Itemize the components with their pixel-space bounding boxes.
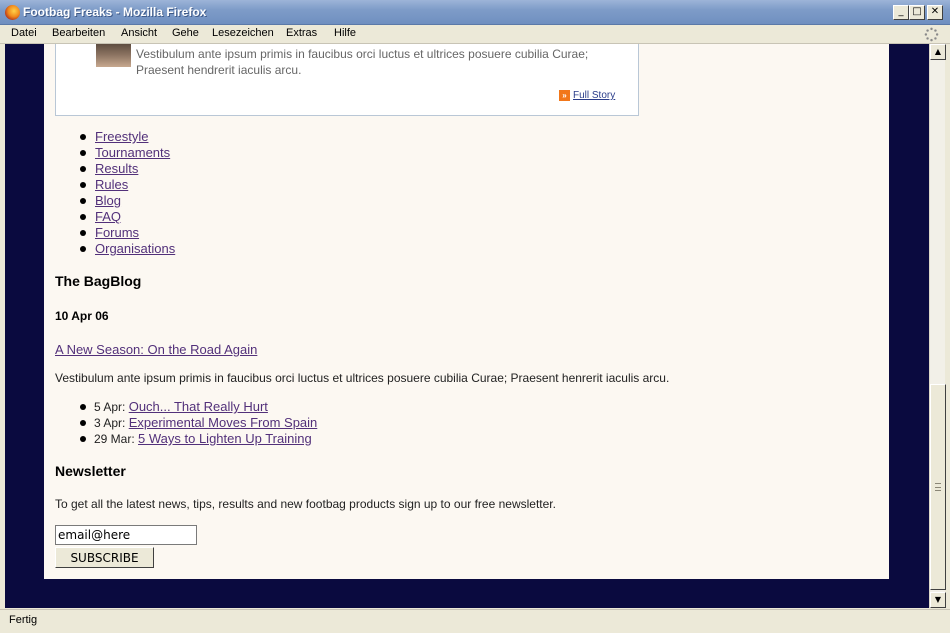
minimize-button[interactable]: _: [893, 5, 909, 20]
list-item: Rules: [55, 177, 175, 193]
nav-link-results[interactable]: Results: [95, 161, 138, 176]
nav-link-faq[interactable]: FAQ: [95, 209, 121, 224]
list-item: FAQ: [55, 209, 175, 225]
nav-link-organisations[interactable]: Organisations: [95, 241, 175, 256]
list-item: 5 Apr: Ouch... That Really Hurt: [55, 399, 317, 415]
section-nav-list: Freestyle Tournaments Results Rules Blog…: [55, 129, 175, 257]
list-item: Blog: [55, 193, 175, 209]
menu-lesezeichen[interactable]: Lesezeichen: [212, 27, 274, 39]
throbber-icon: [924, 27, 939, 42]
recent-post-date: 5 Apr:: [94, 400, 126, 414]
menu-gehe[interactable]: Gehe: [172, 27, 199, 39]
scroll-down-button[interactable]: ▼: [930, 592, 946, 608]
email-input[interactable]: [55, 525, 197, 545]
blog-post-text: Vestibulum ante ipsum primis in faucibus…: [55, 371, 670, 385]
menu-hilfe[interactable]: Hilfe: [334, 27, 356, 39]
window-titlebar: Footbag Freaks - Mozilla Firefox _ □ ✕: [0, 0, 950, 25]
nav-link-tournaments[interactable]: Tournaments: [95, 145, 170, 160]
vertical-scrollbar[interactable]: ▲ ▼: [929, 44, 946, 608]
double-chevron-icon: »: [559, 90, 570, 101]
list-item: Results: [55, 161, 175, 177]
story-text: Vestibulum ante ipsum primis in faucibus…: [136, 47, 589, 77]
story-box: Vestibulum ante ipsum primis in faucibus…: [55, 44, 639, 116]
nav-link-forums[interactable]: Forums: [95, 225, 139, 240]
recent-post-link[interactable]: 5 Ways to Lighten Up Training: [138, 431, 312, 446]
full-story-link-group: » Full Story: [559, 90, 615, 101]
list-item: 29 Mar: 5 Ways to Lighten Up Training: [55, 431, 317, 447]
full-story-link[interactable]: Full Story: [573, 90, 615, 101]
list-item: 3 Apr: Experimental Moves From Spain: [55, 415, 317, 431]
close-button[interactable]: ✕: [927, 5, 943, 20]
subscribe-button[interactable]: SUBSCRIBE: [55, 547, 154, 568]
grip-icon: [935, 483, 941, 491]
list-item: Tournaments: [55, 145, 175, 161]
newsletter-text: To get all the latest news, tips, result…: [55, 497, 556, 511]
list-item: Organisations: [55, 241, 175, 257]
nav-link-blog[interactable]: Blog: [95, 193, 121, 208]
scroll-up-button[interactable]: ▲: [930, 44, 946, 60]
recent-post-link[interactable]: Experimental Moves From Spain: [129, 415, 318, 430]
menu-datei[interactable]: Datei: [11, 27, 37, 39]
status-bar: Fertig: [0, 609, 950, 633]
menu-bar: Datei Bearbeiten Ansicht Gehe Lesezeiche…: [0, 25, 950, 44]
menu-ansicht[interactable]: Ansicht: [121, 27, 157, 39]
window-title: Footbag Freaks - Mozilla Firefox: [23, 5, 207, 19]
blog-post-link[interactable]: A New Season: On the Road Again: [55, 342, 257, 357]
list-item: Freestyle: [55, 129, 175, 145]
menu-extras[interactable]: Extras: [286, 27, 317, 39]
recent-post-date: 29 Mar:: [94, 432, 135, 446]
page-viewport: Vestibulum ante ipsum primis in faucibus…: [5, 44, 929, 608]
recent-post-link[interactable]: Ouch... That Really Hurt: [129, 399, 268, 414]
status-text: Fertig: [9, 614, 38, 626]
firefox-icon: [5, 5, 20, 20]
blog-heading: The BagBlog: [55, 273, 142, 289]
newsletter-heading: Newsletter: [55, 463, 126, 479]
recent-posts-list: 5 Apr: Ouch... That Really Hurt 3 Apr: E…: [55, 399, 317, 447]
maximize-button[interactable]: □: [909, 5, 925, 20]
page-content: Vestibulum ante ipsum primis in faucibus…: [44, 44, 889, 579]
list-item: Forums: [55, 225, 175, 241]
recent-post-date: 3 Apr:: [94, 416, 126, 430]
nav-link-freestyle[interactable]: Freestyle: [95, 129, 148, 144]
scroll-thumb[interactable]: [930, 384, 946, 590]
nav-link-rules[interactable]: Rules: [95, 177, 128, 192]
blog-date: 10 Apr 06: [55, 309, 109, 323]
author-avatar: [96, 44, 131, 67]
menu-bearbeiten[interactable]: Bearbeiten: [52, 27, 105, 39]
